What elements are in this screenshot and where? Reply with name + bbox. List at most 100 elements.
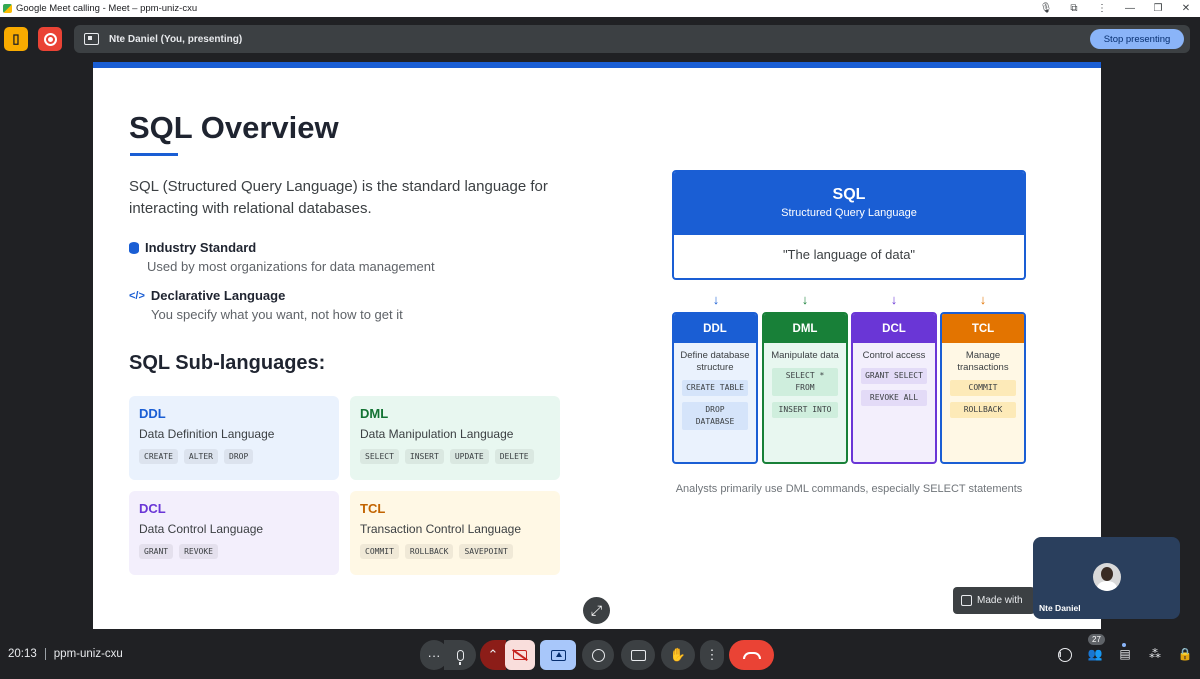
card-ddl: DDL Data Definition Language CREATE ALTE…	[129, 396, 339, 480]
diagram-subtitle: Structured Query Language	[781, 207, 917, 219]
arrow-down-icon: ↓	[890, 292, 898, 307]
leave-call-button[interactable]	[729, 640, 774, 670]
expand-icon[interactable]: ⤢	[583, 597, 610, 624]
made-with-badge[interactable]: Made with	[953, 587, 1035, 614]
chat-notification-dot	[1122, 643, 1126, 647]
self-video-tile[interactable]: Nte Daniel	[1033, 537, 1180, 619]
diagram-box-dcl: DCL Control access GRANT SELECT REVOKE A…	[851, 312, 937, 464]
presenting-status-bar: Nte Daniel (You, presenting) Stop presen…	[74, 25, 1190, 53]
people-icon: 👥	[1087, 647, 1103, 661]
box-desc: Manipulate data	[771, 350, 839, 361]
command-chip: UPDATE	[449, 449, 489, 464]
restore-button[interactable]: ❐	[1144, 3, 1172, 14]
arrow-down-icon: ↓	[801, 292, 809, 307]
stop-presenting-button[interactable]: Stop presenting	[1090, 29, 1184, 49]
window-title: Google Meet calling - Meet – ppm-uniz-cx…	[16, 3, 198, 14]
slide-title: SQL Overview	[129, 110, 339, 145]
command-chip: SAVEPOINT	[459, 544, 513, 559]
box-command: REVOKE ALL	[861, 390, 927, 406]
more-options-icon[interactable]: ⋮	[1088, 3, 1116, 14]
record-button[interactable]	[38, 27, 62, 51]
meeting-details-button[interactable]: i	[1056, 645, 1074, 663]
card-name: Data Control Language	[139, 522, 264, 536]
reactions-button[interactable]	[582, 640, 614, 670]
people-button[interactable]: 👥	[1086, 645, 1104, 663]
title-underline	[130, 153, 178, 156]
card-abbr: DCL	[139, 501, 166, 516]
activities-button[interactable]: ⁂	[1146, 645, 1164, 663]
presenting-label: Nte Daniel (You, presenting)	[109, 33, 243, 45]
more-vert-icon: ⋮	[705, 647, 719, 662]
camera-toggle-button[interactable]	[505, 640, 535, 670]
microphone-icon	[456, 649, 464, 665]
extensions-icon[interactable]: ⧉	[1060, 3, 1088, 14]
presentation-slide: SQL Overview SQL (Structured Query Langu…	[93, 62, 1101, 629]
command-chip: REVOKE	[179, 544, 218, 559]
card-dcl: DCL Data Control Language GRANT REVOKE	[129, 491, 339, 575]
end-call-icon	[742, 651, 761, 659]
box-command: INSERT INTO	[772, 402, 838, 418]
present-screen-icon	[550, 649, 566, 661]
participant-count-badge: 27	[1088, 634, 1105, 645]
browser-title-bar: Google Meet calling - Meet – ppm-uniz-cx…	[0, 0, 1200, 17]
door-icon[interactable]: ▯	[4, 27, 28, 51]
microphone-button[interactable]	[444, 640, 476, 670]
captions-icon	[630, 649, 646, 661]
box-desc: Manage transactions	[957, 350, 1009, 373]
minimize-button[interactable]: —	[1116, 3, 1144, 14]
card-name: Transaction Control Language	[360, 522, 521, 536]
self-name: Nte Daniel	[1039, 603, 1081, 613]
box-command: COMMIT	[950, 380, 1016, 396]
command-chip: ALTER	[183, 449, 218, 464]
box-desc: Control access	[862, 350, 926, 361]
lock-icon: 🔒	[1177, 647, 1193, 661]
host-controls-button[interactable]: 🔒	[1176, 645, 1194, 663]
meeting-info: 20:13 ppm-uniz-cxu	[8, 648, 123, 660]
command-chip: DROP	[224, 449, 254, 464]
card-dml: DML Data Manipulation Language SELECT IN…	[350, 396, 560, 480]
camera-off-icon	[513, 650, 527, 660]
card-abbr: TCL	[360, 501, 386, 516]
box-head: DDL	[674, 314, 756, 343]
box-head: DCL	[853, 314, 935, 343]
command-chip: ROLLBACK	[404, 544, 454, 559]
feature-title: Declarative Language	[150, 288, 286, 303]
more-options-button[interactable]: ⋮	[700, 640, 724, 670]
card-abbr: DDL	[139, 406, 166, 421]
command-chip: COMMIT	[360, 544, 399, 559]
diagram-box-tcl: TCL Manage transactions COMMIT ROLLBACK	[940, 312, 1026, 464]
box-head: TCL	[942, 314, 1024, 343]
box-command: SELECT * FROM	[772, 368, 838, 396]
feature-title: Industry Standard	[145, 240, 257, 255]
sql-diagram-header: SQL Structured Query Language "The langu…	[672, 170, 1026, 280]
database-icon	[129, 241, 139, 254]
more-dots-icon: ···	[427, 647, 441, 663]
diagram-box-ddl: DDL Define database structure CREATE TAB…	[672, 312, 758, 464]
raise-hand-button[interactable]: ✋	[661, 640, 695, 670]
box-command: CREATE TABLE	[682, 380, 748, 396]
emoji-icon	[591, 648, 605, 662]
card-name: Data Manipulation Language	[360, 427, 514, 441]
feature-declarative-language: </> Declarative Language You specify what…	[129, 288, 549, 322]
command-chip: DELETE	[494, 449, 534, 464]
card-name: Data Definition Language	[139, 427, 275, 441]
slide-intro: SQL (Structured Query Language) is the s…	[129, 178, 548, 217]
chevron-up-icon: ⌃	[487, 647, 499, 662]
captions-button[interactable]	[621, 640, 655, 670]
diagram-quote: "The language of data"	[782, 247, 916, 262]
info-icon: i	[1058, 648, 1072, 662]
video-options-button[interactable]: ⌃	[480, 640, 506, 670]
side-panel-icons: i 👥 ▤ ⁂ 🔒	[1056, 645, 1194, 663]
meeting-controls-bar: 20:13 ppm-uniz-cxu ··· ⌃ ✋ ⋮ i 👥 ▤ ⁂ 🔒	[0, 630, 1200, 679]
feature-desc: Used by most organizations for data mana…	[147, 259, 435, 274]
diagram-title: SQL	[832, 186, 866, 203]
close-window-button[interactable]: ✕	[1172, 3, 1200, 14]
chat-button[interactable]: ▤	[1116, 645, 1134, 663]
present-screen-icon	[84, 33, 99, 45]
arrow-down-icon: ↓	[979, 292, 987, 307]
mic-indicator-icon[interactable]: 🎙	[1032, 3, 1060, 14]
arrow-down-icon: ↓	[712, 292, 720, 307]
present-screen-button[interactable]	[540, 640, 576, 670]
command-chip: CREATE	[139, 449, 178, 464]
chat-icon: ▤	[1119, 647, 1131, 661]
